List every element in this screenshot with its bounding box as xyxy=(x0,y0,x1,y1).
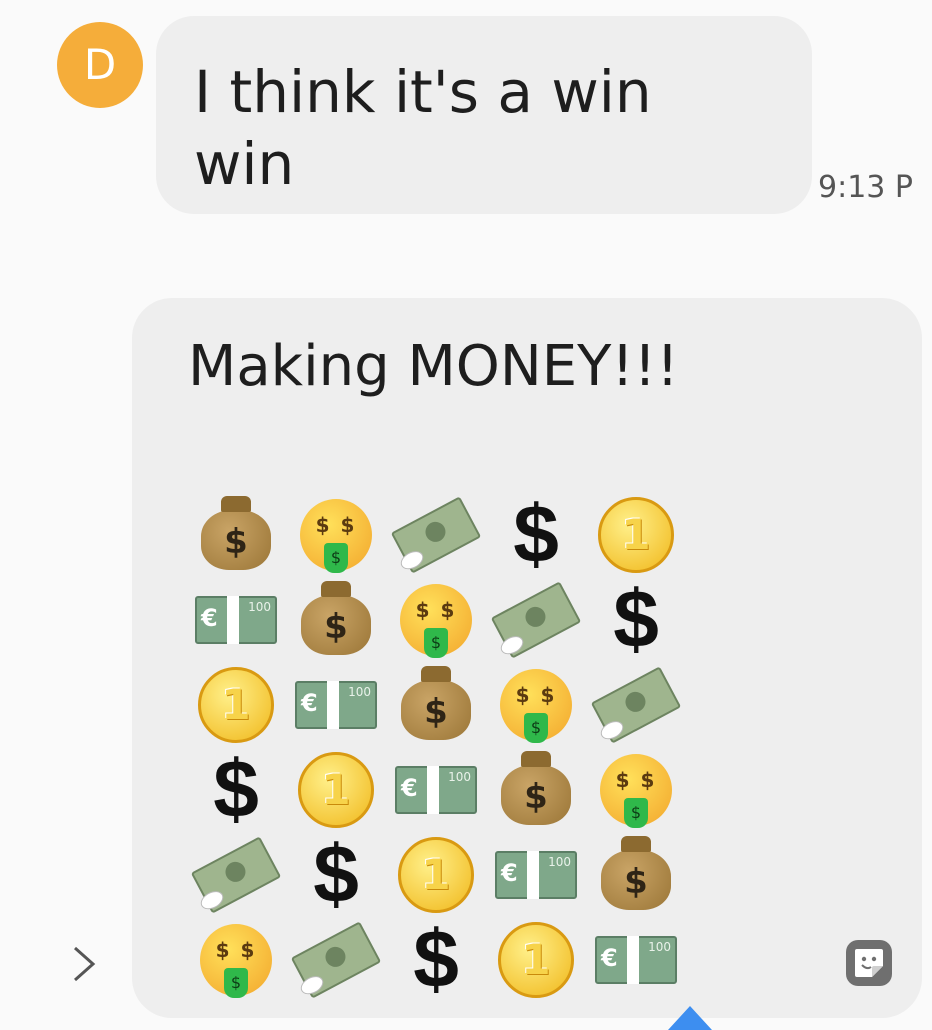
money-mouth-face-emoji xyxy=(586,747,686,832)
incoming-message-bubble[interactable]: I think it's a win win xyxy=(156,16,812,214)
money-bag-emoji: $ xyxy=(186,492,286,577)
euro-banknote-emoji: €100 xyxy=(586,917,686,1002)
money-mouth-face-emoji xyxy=(286,492,386,577)
heavy-dollar-sign-emoji: $ xyxy=(413,913,459,1005)
money-bag-emoji: $ xyxy=(386,662,486,747)
money-mouth-face-emoji xyxy=(386,577,486,662)
money-mouth-face-emoji xyxy=(486,662,586,747)
message-timestamp: 9:13 P xyxy=(818,170,913,205)
money-bag-emoji: $ xyxy=(586,832,686,917)
euro-banknote-emoji: €100 xyxy=(286,662,386,747)
euro-banknote-emoji: €100 xyxy=(486,832,586,917)
heavy-dollar-sign-emoji: $ xyxy=(613,573,659,665)
heavy-dollar-sign-emoji: $ xyxy=(313,828,359,920)
coin-emoji: 1 xyxy=(486,917,586,1002)
outgoing-message-text: Making MONEY!!! xyxy=(188,334,679,399)
euro-banknote-emoji: €100 xyxy=(186,577,286,662)
outgoing-message-bubble[interactable]: Making MONEY!!! $$1€100$$1€100$$1€100$$1… xyxy=(132,298,922,1018)
coin-emoji: 1 xyxy=(186,662,286,747)
coin-emoji: 1 xyxy=(386,832,486,917)
money-bag-emoji: $ xyxy=(486,747,586,832)
money-with-wings-emoji xyxy=(386,492,486,577)
selection-handle[interactable] xyxy=(668,1006,712,1030)
euro-banknote-emoji: €100 xyxy=(386,747,486,832)
heavy-dollar-sign-emoji: $ xyxy=(513,488,559,580)
coin-emoji: 1 xyxy=(286,747,386,832)
heavy-dollar-sign-emoji: $ xyxy=(213,743,259,835)
money-with-wings-emoji xyxy=(186,832,286,917)
money-with-wings-emoji xyxy=(586,662,686,747)
money-bag-emoji: $ xyxy=(286,577,386,662)
sticker-icon[interactable] xyxy=(846,940,892,986)
incoming-message-text: I think it's a win win xyxy=(194,58,652,198)
coin-emoji: 1 xyxy=(586,492,686,577)
money-with-wings-emoji xyxy=(286,917,386,1002)
money-with-wings-emoji xyxy=(486,577,586,662)
chevron-right-icon[interactable] xyxy=(64,944,104,984)
money-mouth-face-emoji xyxy=(186,917,286,1002)
emoji-grid: $$1€100$$1€100$$1€100$$1€100$$1€100 xyxy=(186,492,686,1002)
avatar[interactable]: D xyxy=(57,22,143,108)
